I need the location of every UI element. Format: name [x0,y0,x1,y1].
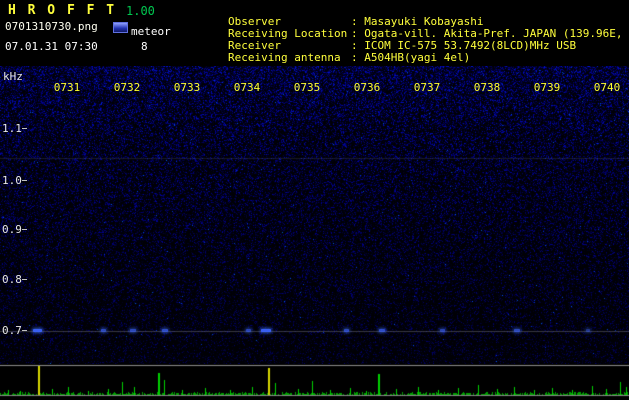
datetime-label: 07.01.31 07:30 [5,40,98,53]
time-tick-label: 0735 [292,81,322,94]
spectrogram-panel: kHz 0731 0732 0733 0734 0735 0736 0737 0738 0739… [0,66,629,364]
signal-level-canvas [0,364,629,400]
time-tick-label: 0739 [532,81,562,94]
info-label: Receiving antenna [228,52,351,64]
freq-tick-label: 1.0 [2,174,22,187]
hrofft-output: H R O F F T 1.00 0701310730.png meteor 0… [0,0,629,400]
spectrogram-noise-canvas [0,66,629,364]
meteor-echo [514,329,520,332]
freq-tick-label: 0.8 [2,273,22,286]
meteor-echo [344,329,349,332]
meter-icon [113,22,128,33]
time-tick-label: 0736 [352,81,382,94]
station-info: Observer: Masayuki Kobayashi Receiving L… [175,4,629,52]
time-tick-label: 0734 [232,81,262,94]
time-tick-label: 0731 [52,81,82,94]
time-tick-label: 0733 [172,81,202,94]
meteor-echo [246,329,251,332]
freq-tick-mark [22,229,27,230]
info-value: : A504HB(yagi 4el) [351,51,470,64]
time-tick-label: 0740 [592,81,622,94]
freq-tick-mark [22,128,27,129]
freq-tick-label: 0.9 [2,223,22,236]
app-logo: H R O F F T [8,3,116,18]
freq-unit-label: kHz [3,70,23,83]
meteor-echo [130,329,136,332]
meteor-echo [33,329,42,332]
freq-tick-label: 1.1 [2,122,22,135]
time-tick-label: 0732 [112,81,142,94]
app-version: 1.00 [126,4,155,18]
meteor-echo [586,329,590,332]
mode-label: meteor [131,25,171,38]
freq-tick-mark [22,180,27,181]
time-tick-label: 0737 [412,81,442,94]
meteor-echo [261,329,271,332]
signal-level-panel [0,364,629,400]
meteor-count: 8 [141,40,148,53]
info-row-observer: Observer: Masayuki Kobayashi [175,4,629,16]
output-filename: 0701310730.png [5,20,98,33]
time-tick-label: 0738 [472,81,502,94]
meteor-echo [101,329,106,332]
meteor-echo [440,329,445,332]
freq-tick-mark [22,330,27,331]
header: H R O F F T 1.00 0701310730.png meteor 0… [0,0,629,66]
meteor-echo [379,329,385,332]
meteor-echo [162,329,168,332]
freq-tick-label: 0.7 [2,324,22,337]
freq-tick-mark [22,279,27,280]
